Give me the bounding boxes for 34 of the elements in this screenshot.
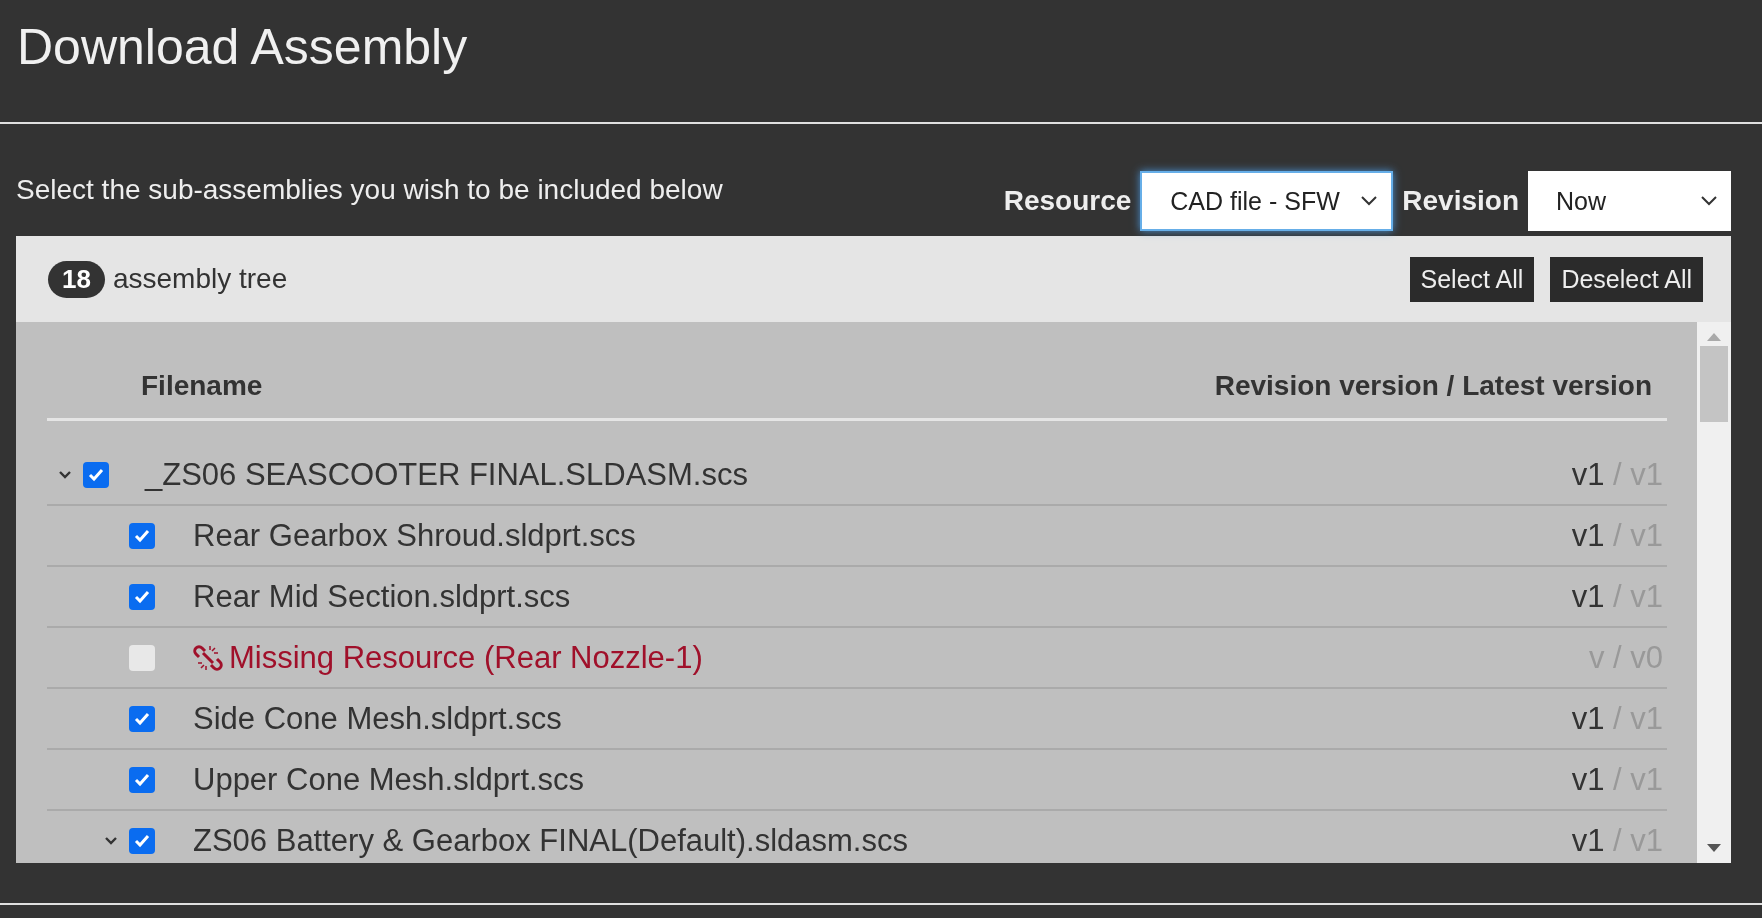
resource-label: Resource [1003,185,1132,217]
checkbox[interactable] [129,827,155,854]
resource-dropdown[interactable]: CAD file - SFW [1140,171,1394,231]
caret-icon [1701,196,1717,206]
filename: Upper Cone Mesh.sldprt.scs [193,761,586,798]
revision-dropdown[interactable]: Now [1528,171,1731,231]
filename: Side Cone Mesh.sldprt.scs [193,700,563,737]
broken-link-icon [193,642,223,673]
column-header: Revision version / Latest version [1214,370,1652,402]
filename: ZS06 Battery & Gearbox FINAL(Default).sldasm.scs [193,822,909,859]
deselect-all-button[interactable]: Deselect All [1550,256,1703,302]
checkbox[interactable] [83,461,109,488]
instruction-text: Select the sub-assemblies you wish to be included below [16,174,724,206]
checkbox[interactable] [129,522,155,549]
filename: Missing Resource (Rear Nozzle-1) [229,639,704,676]
scroll-thumb[interactable] [1700,346,1728,422]
checkbox[interactable] [129,644,155,671]
filename: Rear Mid Section.sldprt.scs [193,578,572,615]
select-all-button[interactable]: Select All [1409,256,1535,302]
scrollbar[interactable] [1697,322,1731,863]
checkbox[interactable] [129,766,155,793]
column-header: Filename [141,370,263,402]
scroll-down-icon[interactable] [1706,843,1722,853]
checkbox[interactable] [129,705,155,732]
count-badge: 18 [48,260,105,298]
checkbox[interactable] [129,583,155,610]
chevron-icon[interactable] [58,469,72,480]
revision-label: Revision [1402,185,1519,217]
chevron-icon[interactable] [104,835,118,846]
caret-icon [1361,196,1378,206]
page-title: Download Assembly [17,18,468,76]
filename: _ZS06 SEASCOOTER FINAL.SLDASM.scs [145,456,749,493]
filename: Rear Gearbox Shroud.sldprt.scs [193,517,637,554]
panel-label: assembly tree [112,263,289,295]
